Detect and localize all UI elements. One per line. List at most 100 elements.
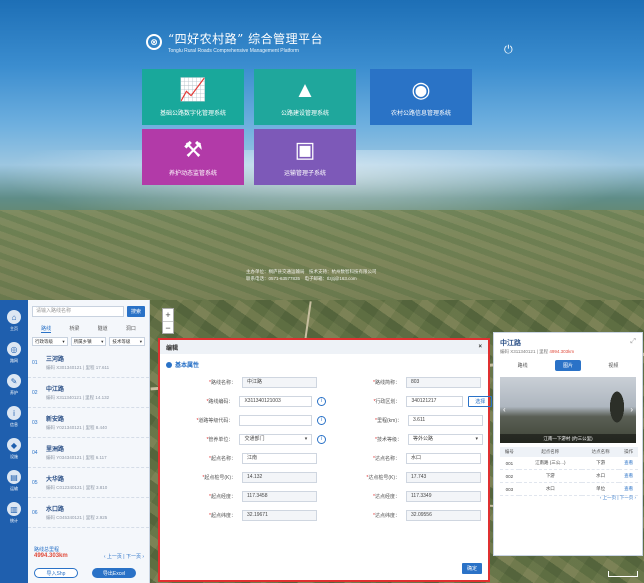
- list-item[interactable]: 01 三河路 编码 X301340121 | 里程 17.611: [28, 348, 149, 378]
- tab-route-info[interactable]: 路线: [510, 360, 536, 371]
- tile-transport-system[interactable]: ▣ 运输管理子系统: [254, 129, 356, 185]
- filter-tech-level[interactable]: 技术等级 ▾: [109, 337, 146, 346]
- text-field[interactable]: [239, 415, 313, 426]
- detail-pager[interactable]: ‹ 上一页 | 下一页 ›: [600, 495, 636, 501]
- form-field: *起点名称： 江南: [160, 453, 324, 464]
- form-field: *路线编码： X311340121003 i: [160, 396, 326, 407]
- text-field[interactable]: 3.611: [408, 415, 483, 426]
- tile-maintenance-system[interactable]: ⚒ 养护动态监管系统: [142, 129, 244, 185]
- rail-item-facility[interactable]: ◆ 设施: [0, 438, 28, 460]
- list-item[interactable]: 04 里洲路 编码 Y034340121 | 里程 6.117: [28, 438, 149, 468]
- text-field[interactable]: 17.743: [406, 472, 481, 483]
- text-field[interactable]: 水口: [406, 453, 481, 464]
- chevron-left-icon[interactable]: ‹: [503, 405, 506, 414]
- tab-culvert[interactable]: 洞口: [126, 325, 136, 333]
- table-header: 达点名称: [581, 447, 620, 457]
- field-colon: ：: [230, 513, 236, 519]
- field-label: *道路等级代码：: [160, 417, 239, 424]
- close-icon[interactable]: ⤢: [630, 338, 636, 348]
- route-name: 三河路: [46, 357, 65, 363]
- info-icon[interactable]: i: [317, 435, 326, 444]
- export-excel-button[interactable]: 导出Excel: [92, 568, 136, 578]
- text-field[interactable]: 117.3458: [242, 491, 317, 502]
- tab-bridge[interactable]: 桥梁: [69, 325, 79, 333]
- list-item[interactable]: 03 新安路 编码 Y021340121 | 里程 8.440: [28, 408, 149, 438]
- info-icon[interactable]: i: [317, 416, 326, 425]
- rail-item-maintenance[interactable]: ✎ 养护: [0, 374, 28, 396]
- field-label: *行政区划：: [326, 398, 406, 405]
- list-item[interactable]: 02 中江路 编码 X311340121 | 里程 14.132: [28, 378, 149, 408]
- facility-icon: ◆: [7, 438, 21, 452]
- text-field[interactable]: 32.19671: [242, 510, 317, 521]
- text-field[interactable]: 117.3349: [406, 491, 481, 502]
- list-item[interactable]: 06 水口路 编码 C045340121 | 里程 2.925: [28, 498, 149, 528]
- field-value: 17.743: [411, 474, 427, 480]
- search-row: 请输入路线名称 搜索: [28, 300, 149, 323]
- tile-construction-system[interactable]: ▲ 公路建设管理系统: [254, 69, 356, 125]
- detail-tabs: 路线 图片 视频: [494, 356, 642, 375]
- select-region-button[interactable]: 选择: [468, 396, 492, 407]
- info-icon[interactable]: i: [317, 397, 326, 406]
- dialog-header: 编辑 ×: [160, 340, 488, 354]
- route-code: 编码 Y034340121 | 里程 6.117: [46, 455, 107, 460]
- field-value: 32.09556: [411, 512, 432, 518]
- filter-admin-level[interactable]: 行政等级 ▾: [32, 337, 68, 346]
- rail-item-transport[interactable]: ▤ 运输: [0, 470, 28, 492]
- tab-tunnel[interactable]: 隧道: [98, 325, 108, 333]
- brand-text: “四好农村路” 综合管理平台 Tonglu Rural Roads Compre…: [168, 30, 323, 54]
- zoom-in-button[interactable]: +: [163, 309, 173, 321]
- text-field[interactable]: X311340121003: [239, 396, 313, 407]
- rail-item-stats[interactable]: ▥ 统计: [0, 502, 28, 524]
- tab-video[interactable]: 视频: [600, 360, 626, 371]
- tile-info-system[interactable]: ◉ 农村公路信息管理系统: [370, 69, 472, 125]
- field-label: *起点桩号(K)：: [160, 474, 242, 481]
- pager-links[interactable]: ‹ 上一页 | 下一页 ›: [104, 553, 144, 560]
- view-link[interactable]: 查看: [619, 482, 638, 496]
- field-value: 等外公路: [413, 436, 434, 442]
- confirm-button[interactable]: 确定: [462, 563, 482, 574]
- rail-item-network[interactable]: ◎ 路网: [0, 342, 28, 364]
- form-row: *路线编码： X311340121003 i *行政区划： 340121217 选择: [160, 392, 492, 411]
- table-cell: 下游: [581, 457, 620, 470]
- filter-label: 行政等级: [35, 339, 53, 344]
- route-list: 01 三河路 编码 X301340121 | 里程 17.611 02 中江路 编码 X…: [28, 348, 149, 528]
- field-label-text: 起点名称: [210, 456, 231, 462]
- search-button[interactable]: 搜索: [127, 306, 145, 317]
- portal-subtitle: Tonglu Rural Roads Comprehensive Managem…: [168, 48, 299, 54]
- zoom-out-button[interactable]: −: [163, 321, 173, 333]
- rail-item-home[interactable]: ⌂ 主页: [0, 310, 28, 332]
- form-row: *路线名称： 中江路 *路线简称： 803: [160, 373, 488, 392]
- field-colon: ：: [394, 494, 400, 500]
- import-shp-button[interactable]: 导入Shp: [34, 568, 78, 578]
- search-input[interactable]: 请输入路线名称: [32, 306, 124, 317]
- tab-route[interactable]: 路线: [41, 325, 52, 333]
- field-colon: ：: [395, 399, 401, 405]
- close-icon[interactable]: ×: [478, 344, 482, 350]
- field-label: *起点经度：: [160, 493, 242, 500]
- chevron-right-icon[interactable]: ›: [630, 405, 633, 414]
- text-field[interactable]: 803: [406, 377, 481, 388]
- view-link[interactable]: 查看: [619, 469, 638, 483]
- view-link[interactable]: 查看: [619, 457, 638, 470]
- text-field[interactable]: 14.132: [242, 472, 317, 483]
- tab-photos[interactable]: 图片: [554, 360, 581, 371]
- worker-icon: ⚒: [183, 136, 203, 162]
- select-field[interactable]: 等外公路 ▾: [408, 434, 483, 445]
- road-photo[interactable]: ‹ › 江南—下游村 (约三公里): [500, 377, 636, 443]
- field-label-text: 管养单位: [208, 437, 229, 443]
- field-label: *达点桩号(K)：: [324, 474, 406, 481]
- total-value: 4994.303km: [34, 553, 68, 559]
- rail-item-info[interactable]: i 信息: [0, 406, 28, 428]
- text-field[interactable]: 340121217: [406, 396, 464, 407]
- field-colon: ：: [230, 380, 236, 386]
- list-item[interactable]: 05 大华路 编码 C012340121 | 里程 3.810: [28, 468, 149, 498]
- select-field[interactable]: 交通部门 ▾: [239, 434, 313, 445]
- power-icon[interactable]: ⏻: [504, 44, 513, 57]
- text-field[interactable]: 32.09556: [406, 510, 481, 521]
- tile-basic-road-system[interactable]: 📈 基础公路数字化管理系统: [142, 69, 244, 125]
- field-value: 3.611: [413, 417, 426, 423]
- text-field[interactable]: 中江路: [242, 377, 317, 388]
- rail-label: 养护: [10, 390, 18, 395]
- text-field[interactable]: 江南: [242, 453, 317, 464]
- filter-town[interactable]: 所属乡镇 ▾: [70, 337, 107, 346]
